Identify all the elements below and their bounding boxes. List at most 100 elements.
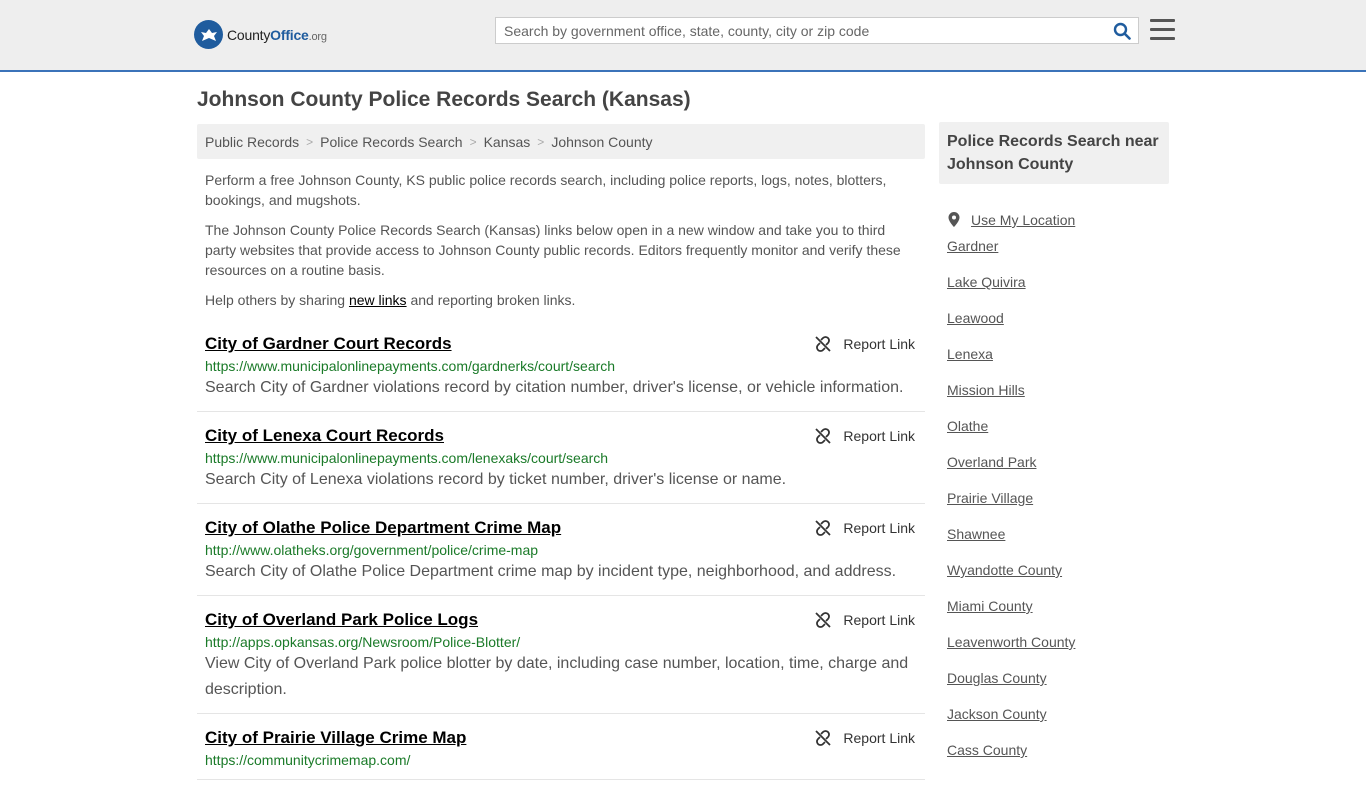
result-title-link[interactable]: City of Gardner Court Records [205,330,917,355]
search-icon [1113,22,1131,40]
intro-paragraph-2: The Johnson County Police Records Search… [205,222,901,278]
hamburger-menu-icon[interactable] [1150,19,1175,41]
sidebar-link[interactable]: Overland Park [947,454,1036,470]
result-item: City of Gardner Court Records Report Lin… [197,330,925,412]
result-item: City of Overland Park Police Logs Report… [197,606,925,714]
sidebar-link[interactable]: Lake Quivira [947,274,1026,290]
result-description: Search City of Lenexa violations record … [205,471,787,488]
broken-link-icon [815,428,832,444]
use-my-location-link[interactable]: Use My Location [971,212,1075,228]
result-url: http://www.olatheks.org/government/polic… [205,542,539,558]
nearby-list: Use My Location Gardner Lake Quivira Lea… [939,202,1169,778]
sidebar-item-wyandotte-county: Wyandotte County [947,562,1169,598]
report-link-label: Report Link [843,336,915,352]
results-list: City of Gardner Court Records Report Lin… [197,330,925,780]
breadcrumb-kansas[interactable]: Kansas [484,134,531,150]
result-item: City of Prairie Village Crime Map Report… [197,724,925,780]
result-url: https://www.municipalonlinepayments.com/… [205,450,609,466]
main-content: Public Records > Police Records Search >… [197,124,925,790]
breadcrumb-separator-icon: > [469,134,477,149]
search-bar [495,17,1139,44]
result-title-link[interactable]: City of Lenexa Court Records [205,422,917,447]
sidebar-item-jackson-county: Jackson County [947,706,1169,742]
breadcrumb-police-records-search[interactable]: Police Records Search [320,134,462,150]
site-header: CountyOffice.org [0,0,1366,72]
intro-p3-after: and reporting broken links. [406,292,576,308]
report-link-button[interactable]: Report Link [815,730,915,746]
sidebar-link[interactable]: Wyandotte County [947,562,1062,578]
sidebar-link[interactable]: Cass County [947,742,1027,758]
result-title-link[interactable]: City of Overland Park Police Logs [205,606,917,631]
sidebar-link[interactable]: Mission Hills [947,382,1025,398]
logo-badge-icon [194,20,223,49]
sidebar-heading: Police Records Search near Johnson Count… [939,122,1169,184]
use-my-location: Use My Location [947,202,1169,238]
site-logo[interactable]: CountyOffice.org [194,20,327,49]
sidebar-item-olathe: Olathe [947,418,1169,454]
logo-office: Office [270,26,309,43]
sidebar-item-lenexa: Lenexa [947,346,1169,382]
breadcrumb-separator-icon: > [306,134,314,149]
sidebar-link[interactable]: Leawood [947,310,1004,326]
logo-text: CountyOffice.org [227,27,327,43]
sidebar-link[interactable]: Shawnee [947,526,1005,542]
sidebar-item-douglas-county: Douglas County [947,670,1169,706]
sidebar-item-leavenworth-county: Leavenworth County [947,634,1169,670]
sidebar-link[interactable]: Douglas County [947,670,1047,686]
report-link-button[interactable]: Report Link [815,520,915,536]
intro-text: Perform a free Johnson County, KS public… [197,170,925,310]
sidebar-link[interactable]: Gardner [947,238,998,254]
logo-county: County [227,26,271,43]
broken-link-icon [815,730,832,746]
sidebar-link[interactable]: Prairie Village [947,490,1033,506]
result-description: Search City of Olathe Police Department … [205,563,897,580]
sidebar-link[interactable]: Jackson County [947,706,1047,722]
sidebar: Police Records Search near Johnson Count… [939,122,1169,778]
sidebar-item-gardner: Gardner [947,238,1169,274]
result-url: https://communitycrimemap.com/ [205,752,411,768]
breadcrumb: Public Records > Police Records Search >… [197,124,925,159]
sidebar-item-cass-county: Cass County [947,742,1169,778]
breadcrumb-public-records[interactable]: Public Records [205,134,299,150]
broken-link-icon [815,520,832,536]
sidebar-item-prairie-village: Prairie Village [947,490,1169,526]
sidebar-item-overland-park: Overland Park [947,454,1169,490]
sidebar-item-shawnee: Shawnee [947,526,1169,562]
sidebar-link[interactable]: Lenexa [947,346,993,362]
result-url: http://apps.opkansas.org/Newsroom/Police… [205,634,521,650]
report-link-label: Report Link [843,730,915,746]
sidebar-item-leawood: Leawood [947,310,1169,346]
sidebar-item-miami-county: Miami County [947,598,1169,634]
report-link-label: Report Link [843,428,915,444]
report-link-label: Report Link [843,520,915,536]
intro-paragraph-1: Perform a free Johnson County, KS public… [205,172,887,208]
sidebar-item-lake-quivira: Lake Quivira [947,274,1169,310]
breadcrumb-johnson-county: Johnson County [551,133,653,150]
result-title-link[interactable]: City of Olathe Police Department Crime M… [205,514,917,539]
intro-p3-before: Help others by sharing [205,292,349,308]
result-item: City of Olathe Police Department Crime M… [197,514,925,596]
breadcrumb-separator-icon: > [537,134,545,149]
sidebar-link[interactable]: Olathe [947,418,988,434]
search-input[interactable] [496,18,1106,43]
intro-paragraph-3: Help others by sharing new links and rep… [205,290,917,310]
result-title-link[interactable]: City of Prairie Village Crime Map [205,724,917,749]
sidebar-link[interactable]: Miami County [947,598,1033,614]
result-description: View City of Overland Park police blotte… [205,655,909,698]
result-url: https://www.municipalonlinepayments.com/… [205,358,616,374]
broken-link-icon [815,336,832,352]
page-title: Johnson County Police Records Search (Ka… [197,88,691,111]
sidebar-link[interactable]: Leavenworth County [947,634,1075,650]
result-item: City of Lenexa Court Records Report Link… [197,422,925,504]
broken-link-icon [815,612,832,628]
report-link-button[interactable]: Report Link [815,428,915,444]
sidebar-item-mission-hills: Mission Hills [947,382,1169,418]
report-link-button[interactable]: Report Link [815,612,915,628]
report-link-label: Report Link [843,612,915,628]
logo-tld: .org [308,30,327,43]
location-pin-icon [948,212,960,227]
report-link-button[interactable]: Report Link [815,336,915,352]
search-button[interactable] [1106,18,1138,43]
new-links-link[interactable]: new links [349,292,407,308]
result-description: Search City of Gardner violations record… [205,379,904,396]
